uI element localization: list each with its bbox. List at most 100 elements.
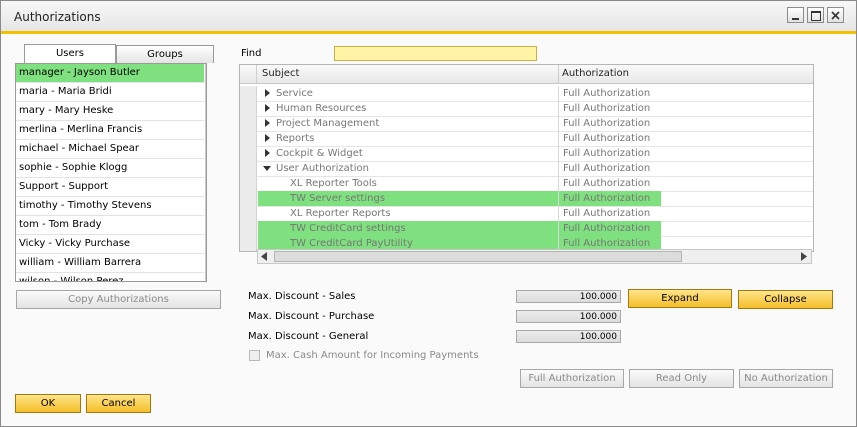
grid-row[interactable]: XL Reporter Reports Full Authorization bbox=[240, 206, 813, 222]
row-header[interactable] bbox=[240, 86, 257, 101]
subject-cell[interactable]: XL Reporter Reports bbox=[290, 206, 558, 221]
tab-users[interactable]: Users bbox=[24, 44, 116, 64]
row-header[interactable] bbox=[240, 176, 257, 191]
subject-cell[interactable]: Cockpit & Widget bbox=[276, 146, 558, 161]
row-header[interactable] bbox=[240, 221, 257, 236]
expand-triangle-icon[interactable] bbox=[265, 104, 270, 112]
row-header[interactable] bbox=[240, 146, 257, 161]
max-discount-sales-label: Max. Discount - Sales bbox=[248, 291, 356, 302]
ok-button[interactable]: OK bbox=[15, 394, 81, 413]
user-list-item[interactable]: manager - Jayson Butler bbox=[16, 64, 204, 83]
find-input[interactable] bbox=[334, 46, 537, 61]
grid-row[interactable]: Human Resources Full Authorization bbox=[240, 101, 813, 117]
user-list-item[interactable]: timothy - Timothy Stevens bbox=[16, 197, 204, 216]
grid-row[interactable]: Reports Full Authorization bbox=[240, 131, 813, 147]
scroll-right-icon[interactable] bbox=[801, 252, 807, 261]
grid-row[interactable]: XL Reporter Tools Full Authorization bbox=[240, 176, 813, 192]
max-cash-label: Max. Cash Amount for Incoming Payments bbox=[266, 350, 479, 361]
no-authorization-label: No Authorization bbox=[744, 373, 828, 384]
user-list-item[interactable]: wilson - Wilson Perez bbox=[16, 273, 204, 281]
max-discount-purchase-field[interactable]: 100.000 bbox=[516, 310, 621, 323]
max-discount-purchase-label: Max. Discount - Purchase bbox=[248, 311, 375, 322]
subject-cell[interactable]: TW CreditCard settings bbox=[258, 221, 558, 236]
grid-row[interactable]: TW CreditCard settings Full Authorization bbox=[240, 221, 813, 237]
grid-horizontal-scrollbar[interactable] bbox=[257, 249, 812, 264]
max-discount-sales-field[interactable]: 100.000 bbox=[516, 290, 621, 303]
cancel-button[interactable]: Cancel bbox=[86, 394, 151, 413]
authorization-header[interactable]: Authorization bbox=[562, 68, 629, 79]
user-list-item[interactable]: william - William Barrera bbox=[16, 254, 204, 273]
user-list-item[interactable]: mary - Mary Heske bbox=[16, 102, 204, 121]
user-list-item[interactable]: maria - Maria Bridi bbox=[16, 83, 204, 102]
authorization-cell[interactable]: Full Authorization bbox=[558, 101, 661, 116]
tab-groups[interactable]: Groups bbox=[116, 45, 214, 63]
read-only-button[interactable]: Read Only bbox=[629, 369, 734, 388]
no-authorization-button[interactable]: No Authorization bbox=[739, 369, 833, 388]
close-icon bbox=[831, 11, 840, 20]
authorization-cell[interactable]: Full Authorization bbox=[558, 131, 661, 146]
grid-row[interactable]: TW Server settings Full Authorization bbox=[240, 191, 813, 207]
collapse-button[interactable]: Collapse bbox=[738, 290, 833, 309]
subject-cell[interactable]: Human Resources bbox=[276, 101, 558, 116]
subject-cell[interactable]: Service bbox=[276, 86, 558, 101]
authorization-cell[interactable]: Full Authorization bbox=[558, 161, 661, 176]
authorizations-window: Authorizations Users Groups manager - Ja… bbox=[0, 0, 857, 427]
header-divider bbox=[256, 65, 257, 83]
subject-cell[interactable]: Project Management bbox=[276, 116, 558, 131]
row-header[interactable] bbox=[240, 206, 257, 221]
row-header[interactable] bbox=[240, 131, 257, 146]
user-list-item[interactable]: michael - Michael Spear bbox=[16, 140, 204, 159]
full-authorization-label: Full Authorization bbox=[528, 373, 616, 384]
expand-button[interactable]: Expand bbox=[628, 289, 732, 308]
read-only-label: Read Only bbox=[655, 373, 708, 384]
expand-triangle-icon[interactable] bbox=[265, 119, 270, 127]
subject-header[interactable]: Subject bbox=[262, 68, 299, 79]
subject-cell[interactable]: Reports bbox=[276, 131, 558, 146]
grid-row[interactable]: Cockpit & Widget Full Authorization bbox=[240, 146, 813, 162]
subject-cell[interactable]: XL Reporter Tools bbox=[290, 176, 558, 191]
user-list[interactable]: manager - Jayson Butler maria - Maria Bri… bbox=[15, 63, 207, 282]
row-header[interactable] bbox=[240, 116, 257, 131]
authorization-cell[interactable]: Full Authorization bbox=[558, 191, 661, 206]
tab-users-label: Users bbox=[55, 48, 84, 59]
user-list-scrollbar[interactable] bbox=[205, 64, 206, 281]
row-header[interactable] bbox=[240, 101, 257, 116]
scroll-left-icon[interactable] bbox=[261, 252, 267, 261]
scrollbar-thumb[interactable] bbox=[274, 251, 682, 262]
expand-triangle-icon[interactable] bbox=[265, 134, 270, 142]
authorization-grid[interactable]: Subject Authorization Service Full Author… bbox=[239, 64, 814, 252]
subject-cell[interactable]: User Authorization bbox=[276, 161, 558, 176]
user-list-item[interactable]: Vicky - Vicky Purchase bbox=[16, 235, 204, 254]
expand-triangle-icon[interactable] bbox=[265, 149, 270, 157]
window-title: Authorizations bbox=[14, 10, 101, 24]
close-button[interactable] bbox=[827, 7, 844, 23]
grid-row[interactable]: User Authorization Full Authorization bbox=[240, 161, 813, 177]
user-list-item[interactable]: merlina - Merlina Francis bbox=[16, 121, 204, 140]
full-authorization-button[interactable]: Full Authorization bbox=[520, 369, 624, 388]
grid-row[interactable]: Project Management Full Authorization bbox=[240, 116, 813, 132]
cancel-label: Cancel bbox=[101, 398, 136, 409]
maximize-button[interactable] bbox=[807, 7, 824, 23]
max-cash-checkbox[interactable] bbox=[249, 350, 260, 361]
authorization-cell[interactable]: Full Authorization bbox=[558, 116, 661, 131]
minimize-button[interactable] bbox=[787, 7, 804, 23]
collapse-triangle-icon[interactable] bbox=[263, 166, 271, 171]
authorization-cell[interactable]: Full Authorization bbox=[558, 221, 661, 236]
copy-authorizations-button[interactable]: Copy Authorizations bbox=[16, 290, 221, 309]
row-header[interactable] bbox=[240, 161, 257, 176]
authorization-cell[interactable]: Full Authorization bbox=[558, 176, 661, 191]
subject-cell[interactable]: TW Server settings bbox=[258, 191, 558, 206]
grid-row[interactable]: Service Full Authorization bbox=[240, 86, 813, 102]
row-header[interactable] bbox=[240, 191, 257, 206]
title-bar[interactable]: Authorizations bbox=[1, 1, 856, 34]
row-header[interactable] bbox=[240, 236, 257, 251]
expand-triangle-icon[interactable] bbox=[265, 89, 270, 97]
max-discount-general-field[interactable]: 100.000 bbox=[516, 330, 621, 343]
user-list-item[interactable]: tom - Tom Brady bbox=[16, 216, 204, 235]
authorization-cell[interactable]: Full Authorization bbox=[558, 146, 661, 161]
user-list-item[interactable]: Support - Support bbox=[16, 178, 204, 197]
header-divider bbox=[558, 65, 559, 83]
authorization-cell[interactable]: Full Authorization bbox=[558, 86, 661, 101]
user-list-item[interactable]: sophie - Sophie Klogg bbox=[16, 159, 204, 178]
authorization-cell[interactable]: Full Authorization bbox=[558, 206, 661, 221]
